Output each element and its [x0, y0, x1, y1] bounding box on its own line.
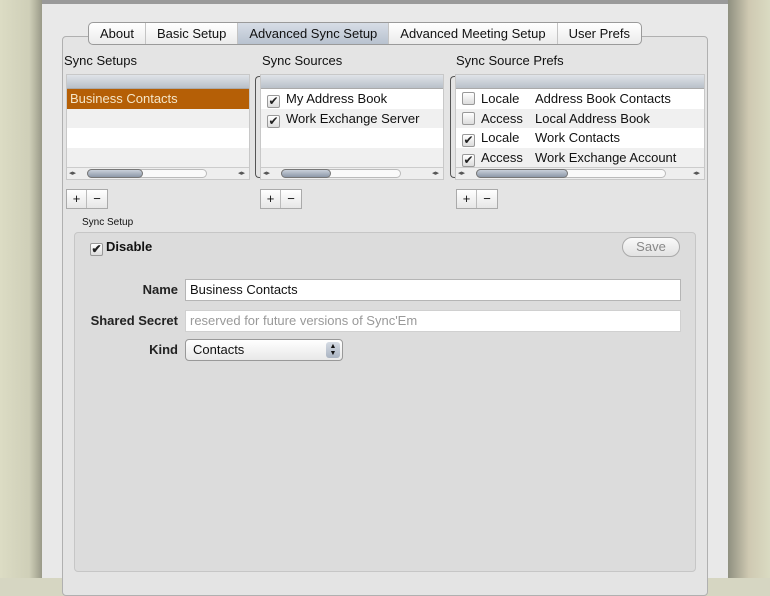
item-type: Access [481, 149, 523, 165]
remove-button[interactable]: − [87, 190, 107, 208]
list-header [456, 75, 704, 89]
horizontal-scrollbar[interactable]: ◂▸ ◂▸ [261, 167, 443, 179]
list-item[interactable]: Business Contacts [67, 89, 249, 109]
item-label: Address Book Contacts [535, 91, 671, 106]
sync-sources-label: Sync Sources [262, 53, 343, 68]
list-item[interactable]: ✔ Locale Work Contacts [456, 128, 704, 148]
sync-source-prefs-list[interactable]: Locale Address Book Contacts Access Local … [455, 74, 705, 180]
horizontal-scrollbar[interactable]: ◂▸ ◂▸ [456, 167, 704, 179]
item-type: Locale [481, 130, 520, 145]
shared-secret-field[interactable]: reserved for future versions of Sync'Em [185, 310, 681, 332]
tab-user-prefs[interactable]: User Prefs [558, 23, 641, 44]
checkbox[interactable]: ✔ [90, 243, 103, 256]
list-item[interactable]: ✔ My Address Book [261, 89, 443, 109]
disable-checkbox[interactable]: ✔ Disable [90, 239, 152, 256]
list-item[interactable]: Locale Address Book Contacts [456, 89, 704, 109]
list-item[interactable]: Access Local Address Book [456, 108, 704, 128]
item-label: Local Address Book [535, 110, 650, 126]
add-button[interactable]: + [261, 190, 281, 208]
list-item[interactable]: ✔ Work Exchange Server [261, 108, 443, 128]
kind-label: Kind [149, 342, 178, 357]
item-label: My Address Book [286, 91, 388, 106]
tab-bar: About Basic Setup Advanced Sync Setup Ad… [88, 22, 642, 45]
sync-source-prefs-label: Sync Source Prefs [456, 53, 564, 68]
tab-basic-setup[interactable]: Basic Setup [146, 23, 239, 44]
checkbox[interactable] [462, 111, 475, 125]
sync-setups-add-remove: + − [66, 189, 108, 209]
save-button[interactable]: Save [622, 237, 680, 257]
desktop-background-right [728, 0, 770, 578]
desktop-background-left [0, 0, 42, 578]
checkbox[interactable]: ✔ [462, 134, 475, 147]
sync-setup-group-label: Sync Setup [82, 217, 134, 228]
checkbox[interactable]: ✔ [267, 95, 280, 108]
horizontal-scrollbar[interactable]: ◂▸ ◂▸ [67, 167, 249, 179]
preferences-window: About Basic Setup Advanced Sync Setup Ad… [42, 0, 728, 596]
item-label: Work Contacts [535, 130, 621, 145]
remove-button[interactable]: − [477, 190, 497, 208]
checkbox[interactable]: ✔ [267, 114, 280, 128]
item-label: Work Exchange Server [286, 110, 420, 126]
add-button[interactable]: + [457, 190, 477, 208]
tab-advanced-sync-setup[interactable]: Advanced Sync Setup [238, 23, 390, 44]
sync-sources-list[interactable]: ✔ My Address Book ✔ Work Exchange Server ◂… [260, 74, 444, 180]
checkbox[interactable]: ✔ [462, 153, 475, 167]
sync-sources-add-remove: + − [260, 189, 302, 209]
sync-setups-list[interactable]: Business Contacts ◂▸ ◂▸ [66, 74, 250, 180]
item-label: Work Exchange Account [535, 149, 677, 165]
updown-arrows-icon: ▲ ▼ [326, 342, 340, 358]
checkbox[interactable] [462, 92, 475, 105]
add-button[interactable]: + [67, 190, 87, 208]
remove-button[interactable]: − [281, 190, 301, 208]
disable-label: Disable [106, 239, 153, 254]
kind-value: Contacts [193, 342, 245, 357]
item-type: Locale [481, 91, 520, 106]
tab-advanced-meeting-setup[interactable]: Advanced Meeting Setup [389, 23, 558, 44]
name-field[interactable]: Business Contacts [185, 279, 681, 301]
name-label: Name [142, 282, 178, 297]
kind-select[interactable]: Contacts ▲ ▼ [185, 339, 343, 361]
list-header [261, 75, 443, 89]
item-label: Business Contacts [70, 91, 178, 106]
shared-secret-label: Shared Secret [90, 313, 178, 328]
list-header [67, 75, 249, 89]
sync-setups-label: Sync Setups [64, 53, 137, 68]
list-item[interactable]: ✔ Access Work Exchange Account [456, 147, 704, 167]
item-type: Access [481, 110, 523, 126]
tab-about[interactable]: About [89, 23, 146, 44]
sync-source-prefs-add-remove: + − [456, 189, 498, 209]
